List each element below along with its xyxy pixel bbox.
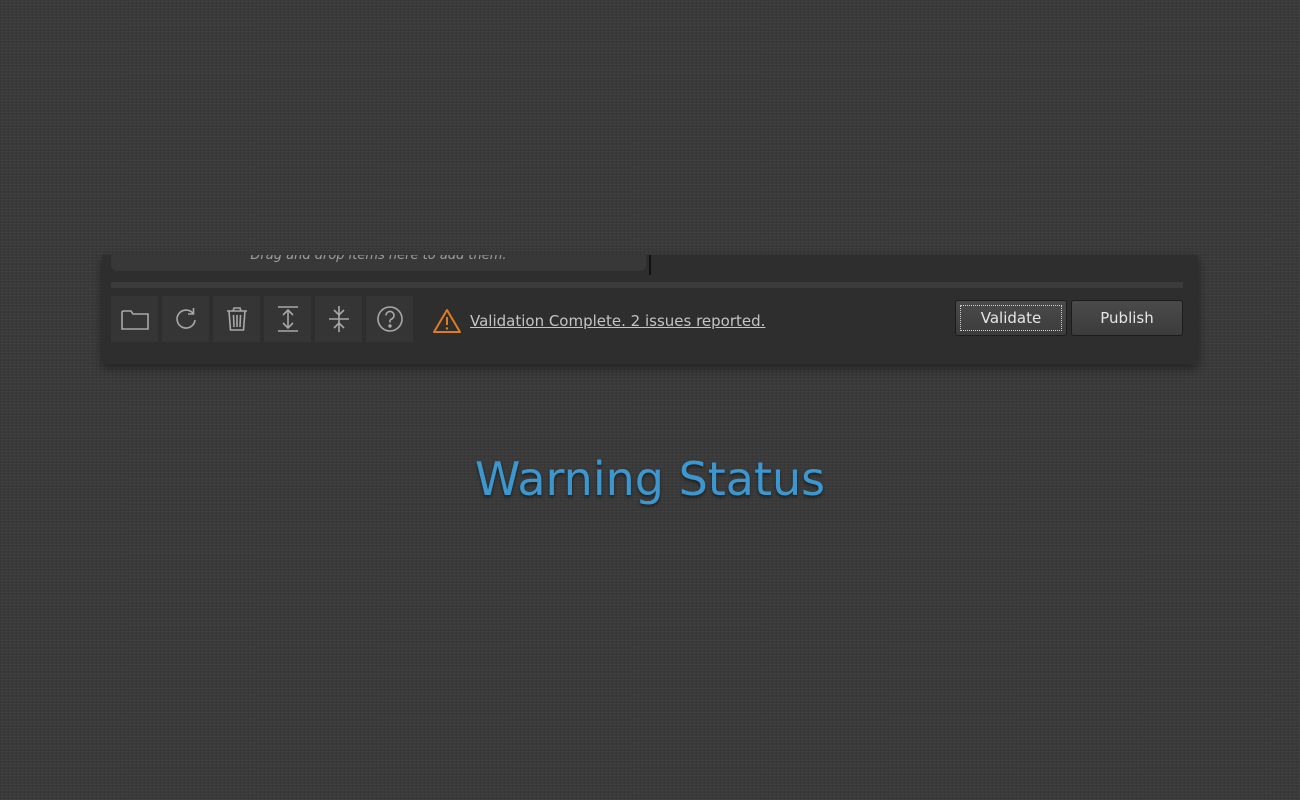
validation-status: Validation Complete. 2 issues reported. — [432, 308, 765, 334]
separator — [111, 282, 1183, 288]
refresh-icon — [175, 308, 196, 329]
toolbar — [111, 296, 413, 342]
expand-icon — [277, 306, 298, 332]
page-title: Warning Status — [474, 452, 826, 506]
open-folder-button[interactable] — [111, 296, 158, 342]
collapse-icon — [328, 306, 349, 332]
focus-ring — [960, 305, 1062, 331]
help-button[interactable] — [366, 296, 413, 342]
editor-panel: Drag and drop items here to add them. Va… — [102, 255, 1198, 364]
validation-status-link[interactable]: Validation Complete. 2 issues reported. — [470, 312, 765, 330]
folder-icon — [120, 310, 149, 330]
trash-icon — [226, 307, 247, 331]
drop-zone[interactable]: Drag and drop items here to add them. — [111, 255, 646, 271]
publish-button-label: Publish — [1100, 309, 1154, 327]
publish-button[interactable]: Publish — [1071, 300, 1183, 336]
help-icon — [376, 306, 403, 332]
collapse-all-button[interactable] — [315, 296, 362, 342]
warning-icon — [433, 309, 461, 333]
expand-all-button[interactable] — [264, 296, 311, 342]
delete-button[interactable] — [213, 296, 260, 342]
validate-button[interactable]: Validate — [955, 300, 1067, 336]
refresh-button[interactable] — [162, 296, 209, 342]
drop-zone-hint: Drag and drop items here to add them. — [250, 255, 507, 263]
panel-divider[interactable] — [649, 255, 651, 275]
